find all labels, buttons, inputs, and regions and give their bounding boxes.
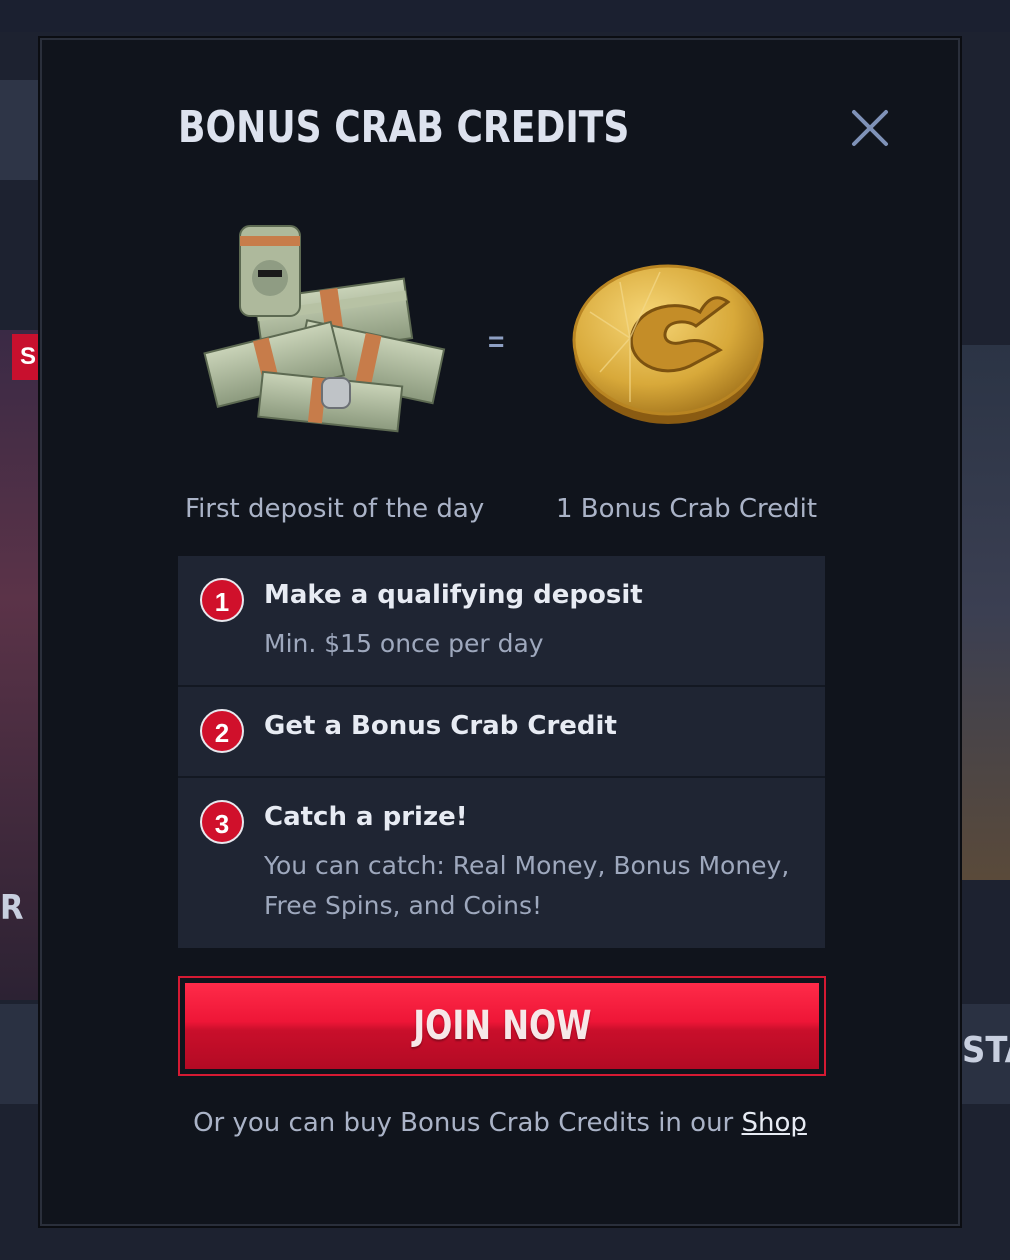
step-description: Min. $15 once per day (264, 629, 544, 658)
bonus-crab-credits-modal: BONUS CRAB CREDITS = First deposit of th… (38, 36, 962, 1228)
step-item: 2 Get a Bonus Crab Credit (178, 687, 825, 778)
close-button[interactable] (848, 106, 892, 150)
background-card-label-right: STA (962, 1030, 1010, 1071)
join-now-button-face[interactable]: JOIN NOW (185, 983, 819, 1069)
shop-footer-text: Or you can buy Bonus Crab Credits in our (193, 1108, 742, 1138)
step-description: You can catch: Real Money, Bonus Money, … (264, 851, 790, 920)
crab-credit-coin-icon (572, 264, 764, 424)
caption-bonus-credit: 1 Bonus Crab Credit (556, 494, 818, 524)
close-icon (852, 110, 888, 146)
background-game-card-right[interactable] (962, 345, 1010, 880)
join-now-label: JOIN NOW (412, 1003, 592, 1049)
steps-list: 1 Make a qualifying deposit Min. $15 onc… (178, 556, 825, 948)
step-number-badge: 1 (200, 578, 244, 622)
cash-stack-icon (203, 225, 446, 433)
equals-sign: = (488, 326, 505, 357)
background-card-label-left: R (0, 888, 24, 928)
step-title: Make a qualifying deposit (264, 580, 643, 610)
background-banner (0, 80, 40, 180)
background-header (0, 0, 1010, 32)
caption-first-deposit: First deposit of the day (185, 494, 485, 524)
background-badge: S (12, 334, 38, 380)
step-number-badge: 2 (200, 709, 244, 753)
modal-title: BONUS CRAB CREDITS (178, 102, 630, 153)
illustration-row: = (40, 218, 960, 478)
step-item: 1 Make a qualifying deposit Min. $15 onc… (178, 556, 825, 687)
background-button-left[interactable] (0, 1004, 40, 1104)
step-title: Get a Bonus Crab Credit (264, 711, 617, 741)
step-number-badge: 3 (200, 800, 244, 844)
join-now-button[interactable]: JOIN NOW (178, 976, 826, 1076)
shop-link[interactable]: Shop (742, 1108, 807, 1138)
step-title: Catch a prize! (264, 802, 468, 832)
step-item: 3 Catch a prize! You can catch: Real Mon… (178, 778, 825, 948)
shop-footer: Or you can buy Bonus Crab Credits in our… (40, 1108, 960, 1138)
